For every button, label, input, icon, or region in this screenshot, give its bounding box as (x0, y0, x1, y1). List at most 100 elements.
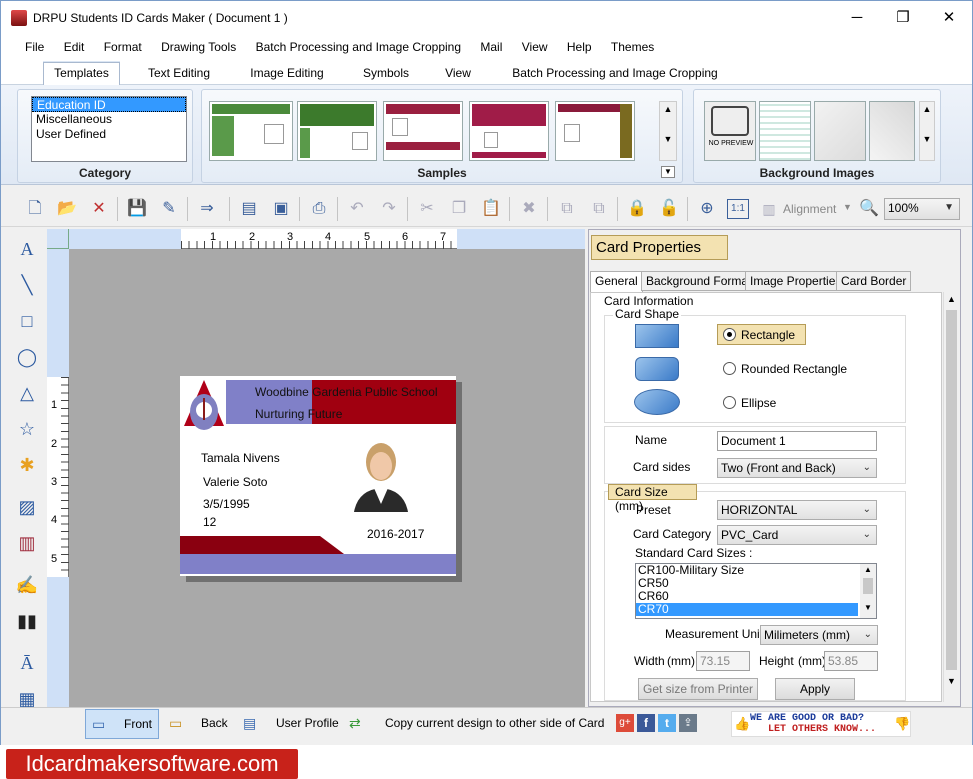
ellipse-radio[interactable] (723, 396, 736, 409)
redo-icon[interactable]: ↷ (377, 197, 401, 221)
watermark-tool-icon[interactable]: Ā (13, 649, 41, 677)
name-input[interactable]: Document 1 (717, 431, 877, 451)
facebook-icon[interactable]: f (637, 714, 655, 732)
tab-symbols[interactable]: Symbols (353, 63, 419, 85)
rounded-rectangle-option-label[interactable]: Rounded Rectangle (741, 362, 847, 376)
background-thumbnail[interactable] (814, 101, 866, 161)
website-banner[interactable]: Idcardmakersoftware.com (6, 749, 298, 779)
tab-text-editing[interactable]: Text Editing (139, 63, 219, 85)
get-size-from-printer-button[interactable]: Get size from Printer (638, 678, 758, 700)
menu-view[interactable]: View (514, 35, 556, 59)
tab-general[interactable]: General (590, 271, 643, 292)
alignment-icon[interactable]: ▥ (757, 197, 781, 221)
image-icon[interactable]: ▣ (269, 197, 293, 221)
menu-format[interactable]: Format (96, 35, 150, 59)
size-item[interactable]: CR100-Military Size (636, 564, 876, 577)
ellipse-tool-icon[interactable]: ◯ (13, 343, 41, 371)
library-tool-icon[interactable]: ▥ (13, 529, 41, 557)
fit-to-window-icon[interactable]: ⊕ (695, 197, 719, 221)
share-icon[interactable]: ⇪ (679, 714, 697, 732)
sample-thumbnail[interactable] (555, 101, 635, 161)
zoom-in-icon[interactable]: 🔍 (857, 197, 881, 221)
tab-templates[interactable]: Templates (43, 62, 120, 86)
text-tool-icon[interactable]: A (13, 235, 41, 263)
lock-icon[interactable]: 🔒 (625, 197, 649, 221)
minimize-button[interactable]: ─ (834, 1, 880, 35)
samples-scrollbar[interactable]: ▲ ▼ (659, 101, 677, 161)
bring-front-icon[interactable]: ⧉ (555, 197, 579, 221)
tab-view[interactable]: View (437, 63, 479, 85)
size-item-selected[interactable]: CR70 (636, 603, 858, 616)
standard-sizes-list[interactable]: CR100-Military Size CR50 CR60 CR70 ▲ ▼ (635, 563, 877, 619)
samples-expand-button[interactable]: ▼ (661, 166, 675, 178)
signature-tool-icon[interactable]: ✍ (13, 571, 41, 599)
star-tool-icon[interactable]: ☆ (13, 415, 41, 443)
triangle-tool-icon[interactable]: △ (13, 379, 41, 407)
user-profile-button[interactable]: ▤ User Profile (241, 709, 341, 739)
menu-mail[interactable]: Mail (472, 35, 510, 59)
category-list[interactable]: Education ID Miscellaneous User Defined (31, 96, 187, 162)
copy-icon[interactable]: ❐ (447, 197, 471, 221)
back-button[interactable]: ▭ Back (167, 709, 237, 739)
picture-tool-icon[interactable]: ▨ (13, 493, 41, 521)
tab-batch-processing[interactable]: Batch Processing and Image Cropping (507, 63, 723, 85)
preset-select[interactable]: HORIZONTAL ⌄ (717, 500, 877, 520)
print-icon[interactable]: ⎙ (307, 197, 331, 221)
copy-design-button[interactable]: ⇄ Copy current design to other side of C… (347, 709, 609, 739)
menu-edit[interactable]: Edit (56, 35, 93, 59)
save-as-icon[interactable]: ✎ (157, 197, 181, 221)
sample-thumbnail[interactable] (297, 101, 377, 161)
front-button[interactable]: ▭ Front (85, 709, 159, 739)
menu-themes[interactable]: Themes (603, 35, 662, 59)
category-item-miscellaneous[interactable]: Miscellaneous (32, 112, 186, 127)
open-folder-icon[interactable]: 📂 (55, 197, 79, 221)
menu-file[interactable]: File (17, 35, 52, 59)
sample-thumbnail[interactable] (469, 101, 549, 161)
rectangle-radio[interactable] (723, 328, 736, 341)
background-scrollbar[interactable]: ▲ ▼ (919, 101, 935, 161)
sample-thumbnail[interactable] (383, 101, 463, 161)
barcode-tool-icon[interactable]: ▮▮ (13, 607, 41, 635)
twitter-icon[interactable]: t (658, 714, 676, 732)
delete-icon[interactable]: ✖ (517, 197, 541, 221)
undo-icon[interactable]: ↶ (345, 197, 369, 221)
menu-drawing-tools[interactable]: Drawing Tools (153, 35, 244, 59)
alignment-dropdown[interactable]: Alignment (783, 202, 836, 216)
height-input[interactable]: 53.85 (824, 651, 878, 671)
properties-scrollbar[interactable]: ▲ ▼ (943, 292, 959, 702)
cut-icon[interactable]: ✂ (415, 197, 439, 221)
card-category-select[interactable]: PVC_Card ⌄ (717, 525, 877, 545)
feedback-banner[interactable]: 👍 WE ARE GOOD OR BAD? LET OTHERS KNOW...… (731, 711, 911, 737)
sample-thumbnail[interactable] (209, 101, 293, 161)
tab-image-properties[interactable]: Image Properties (745, 271, 847, 291)
send-back-icon[interactable]: ⧉ (587, 197, 611, 221)
zoom-select[interactable]: 100% ▼ (884, 198, 960, 220)
measurement-unit-select[interactable]: Milimeters (mm) ⌄ (760, 625, 878, 645)
menu-batch-processing[interactable]: Batch Processing and Image Cropping (248, 35, 469, 59)
size-item[interactable]: CR60 (636, 590, 876, 603)
actual-size-icon[interactable]: 1:1 (727, 199, 749, 219)
rounded-rectangle-radio[interactable] (723, 362, 736, 375)
card-sides-select[interactable]: Two (Front and Back) ⌄ (717, 458, 877, 478)
line-tool-icon[interactable]: ╲ (13, 271, 41, 299)
tab-image-editing[interactable]: Image Editing (241, 63, 333, 85)
id-card-preview[interactable]: Woodbine Gardenia Public School Nurturin… (180, 376, 456, 576)
tab-background-format[interactable]: Background Format (641, 271, 757, 291)
width-input[interactable]: 73.15 (696, 651, 750, 671)
background-thumbnail[interactable] (869, 101, 915, 161)
unlock-icon[interactable]: 🔓 (657, 197, 681, 221)
category-item-user-defined[interactable]: User Defined (32, 127, 186, 142)
tab-card-border[interactable]: Card Border (836, 271, 912, 291)
new-document-icon[interactable]: 🗋 (23, 197, 47, 221)
menu-help[interactable]: Help (559, 35, 600, 59)
rectangle-option-label[interactable]: Rectangle (741, 328, 795, 342)
ellipse-option-label[interactable]: Ellipse (741, 396, 776, 410)
close-document-icon[interactable]: ✕ (87, 197, 111, 221)
export-icon[interactable]: ⇒ (195, 197, 219, 221)
background-thumbnail[interactable] (759, 101, 811, 161)
paste-icon[interactable]: 📋 (479, 197, 503, 221)
google-plus-icon[interactable]: g+ (616, 714, 634, 732)
maximize-button[interactable]: ❐ (880, 1, 926, 35)
properties-icon[interactable]: ▤ (237, 197, 261, 221)
apply-button[interactable]: Apply (775, 678, 855, 700)
